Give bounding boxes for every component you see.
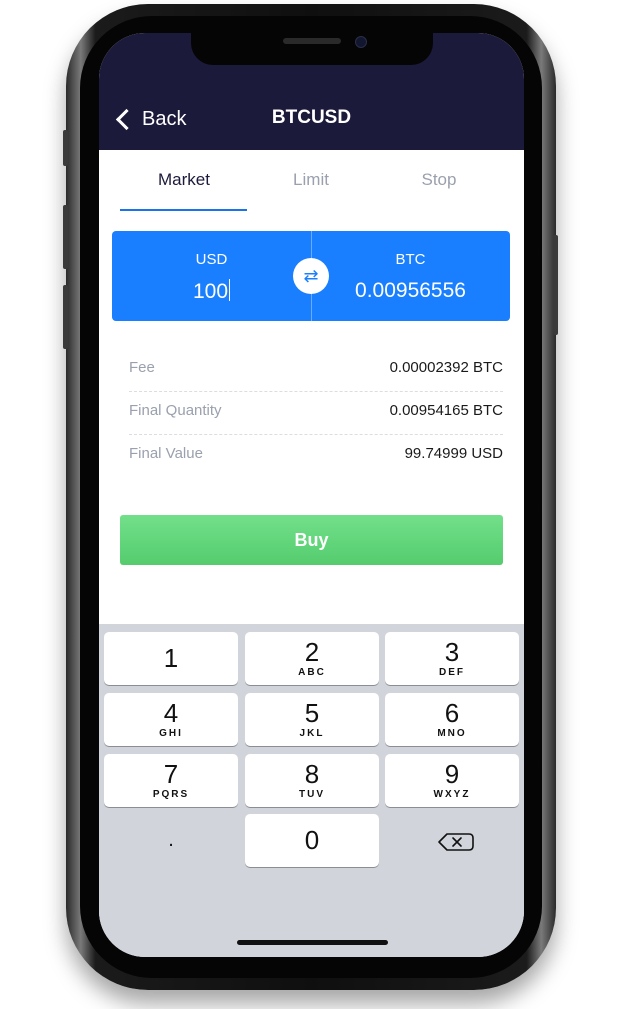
key-9[interactable]: 9 WXYZ — [385, 754, 519, 807]
key-digit: 7 — [163, 759, 179, 789]
from-amount-text: 100 — [192, 280, 229, 303]
fee-row: Fee 0.00002392 BTC — [129, 349, 503, 392]
key-digit: 6 — [444, 698, 460, 728]
key-digit: 0 — [304, 825, 320, 855]
key-digit: 2 — [304, 637, 320, 667]
usd-amount-field[interactable]: USD 100 — [112, 231, 311, 321]
speaker-grille — [283, 38, 341, 44]
final-value-label: Final Value — [129, 445, 203, 462]
numeric-keypad: 1 2 ABC 3 DEF 4 GHI 5 JKL 6 MNO 7 PQRS 8… — [99, 624, 524, 957]
buy-button[interactable]: Buy — [120, 515, 503, 565]
final-quantity-label: Final Quantity — [129, 402, 222, 419]
key-5[interactable]: 5 JKL — [245, 693, 379, 746]
from-amount-value: 100 — [112, 279, 311, 304]
backspace-key[interactable] — [385, 814, 519, 867]
key-2[interactable]: 2 ABC — [245, 632, 379, 685]
key-1[interactable]: 1 — [104, 632, 238, 685]
order-type-tabs: Market Limit Stop — [99, 150, 524, 212]
volume-down-button — [63, 285, 68, 349]
fee-label: Fee — [129, 359, 155, 376]
silent-switch — [63, 130, 68, 166]
tab-limit[interactable]: Limit — [247, 150, 375, 210]
home-indicator — [237, 940, 388, 945]
key-7[interactable]: 7 PQRS — [104, 754, 238, 807]
final-quantity-row: Final Quantity 0.00954165 BTC — [129, 392, 503, 435]
key-letters: WXYZ — [433, 789, 471, 800]
key-digit: 4 — [163, 698, 179, 728]
key-letters: TUV — [299, 789, 325, 800]
swap-icon[interactable]: ⇄ — [293, 258, 329, 294]
from-currency-label: USD — [195, 251, 228, 268]
key-digit: 1 — [163, 643, 179, 673]
power-button — [553, 235, 558, 335]
front-camera — [355, 36, 367, 48]
page-title: BTCUSD — [271, 107, 352, 128]
final-value-value: 99.74999 USD — [404, 445, 503, 462]
notch — [191, 33, 433, 65]
key-4[interactable]: 4 GHI — [104, 693, 238, 746]
key-letters: GHI — [159, 728, 183, 739]
backspace-icon — [438, 833, 474, 851]
order-details: Fee 0.00002392 BTC Final Quantity 0.0095… — [129, 349, 503, 477]
key-6[interactable]: 6 MNO — [385, 693, 519, 746]
key-digit: 5 — [304, 698, 320, 728]
screen: Back BTCUSD Market Limit Stop USD 100 BT… — [99, 33, 524, 957]
final-quantity-value: 0.00954165 BTC — [389, 402, 503, 419]
key-letters: JKL — [299, 728, 325, 739]
key-3[interactable]: 3 DEF — [385, 632, 519, 685]
volume-up-button — [63, 205, 68, 269]
fee-value: 0.00002392 BTC — [389, 359, 503, 376]
to-amount-value: 0.00956556 — [355, 279, 466, 302]
currency-converter: USD 100 BTC 0.00956556 ⇄ — [112, 231, 510, 321]
key-digit: 9 — [444, 759, 460, 789]
tab-stop[interactable]: Stop — [375, 150, 503, 210]
key-8[interactable]: 8 TUV — [245, 754, 379, 807]
key-0[interactable]: 0 — [245, 814, 379, 867]
key-decimal[interactable]: . — [104, 814, 238, 867]
key-letters: ABC — [298, 667, 326, 678]
to-currency-label: BTC — [395, 251, 426, 268]
text-cursor — [229, 279, 231, 301]
active-tab-indicator — [120, 209, 247, 211]
tab-market[interactable]: Market — [120, 150, 248, 210]
key-digit: 8 — [304, 759, 320, 789]
key-digit: 3 — [444, 637, 460, 667]
key-letters: MNO — [437, 728, 467, 739]
btc-amount-field[interactable]: BTC 0.00956556 — [311, 231, 510, 321]
key-letters: DEF — [439, 667, 465, 678]
final-value-row: Final Value 99.74999 USD — [129, 435, 503, 477]
key-letters: PQRS — [152, 789, 190, 800]
